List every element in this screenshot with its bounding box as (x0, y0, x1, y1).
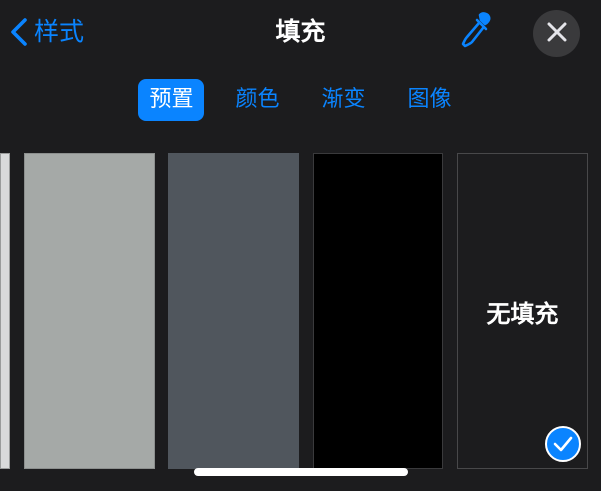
tab-gradient[interactable]: 渐变 (311, 79, 377, 121)
no-fill-label: 无填充 (486, 299, 559, 328)
swatch-light-gray[interactable] (24, 153, 155, 469)
eyedropper-button[interactable] (455, 12, 495, 52)
header: 样式 填充 (0, 0, 601, 66)
eyedropper-icon (458, 11, 492, 53)
close-icon (547, 22, 567, 46)
swatch-partial-light[interactable] (0, 153, 10, 469)
fill-panel: 样式 填充 预置 颜色 渐变 图像 无填充 (0, 0, 601, 491)
close-button[interactable] (533, 10, 580, 57)
swatch-black[interactable] (313, 153, 443, 469)
swatch-no-fill[interactable]: 无填充 (457, 153, 588, 469)
checkmark-icon (545, 426, 581, 462)
tab-presets[interactable]: 预置 (138, 79, 205, 121)
home-indicator[interactable] (194, 468, 408, 476)
tab-image[interactable]: 图像 (397, 79, 463, 121)
tab-color[interactable]: 颜色 (224, 79, 290, 121)
fill-type-tabs: 预置 颜色 渐变 图像 (0, 79, 601, 121)
page-title: 填充 (275, 17, 326, 46)
swatch-dark-gray[interactable] (168, 153, 299, 469)
preset-swatch-strip[interactable]: 无填充 (0, 144, 601, 491)
